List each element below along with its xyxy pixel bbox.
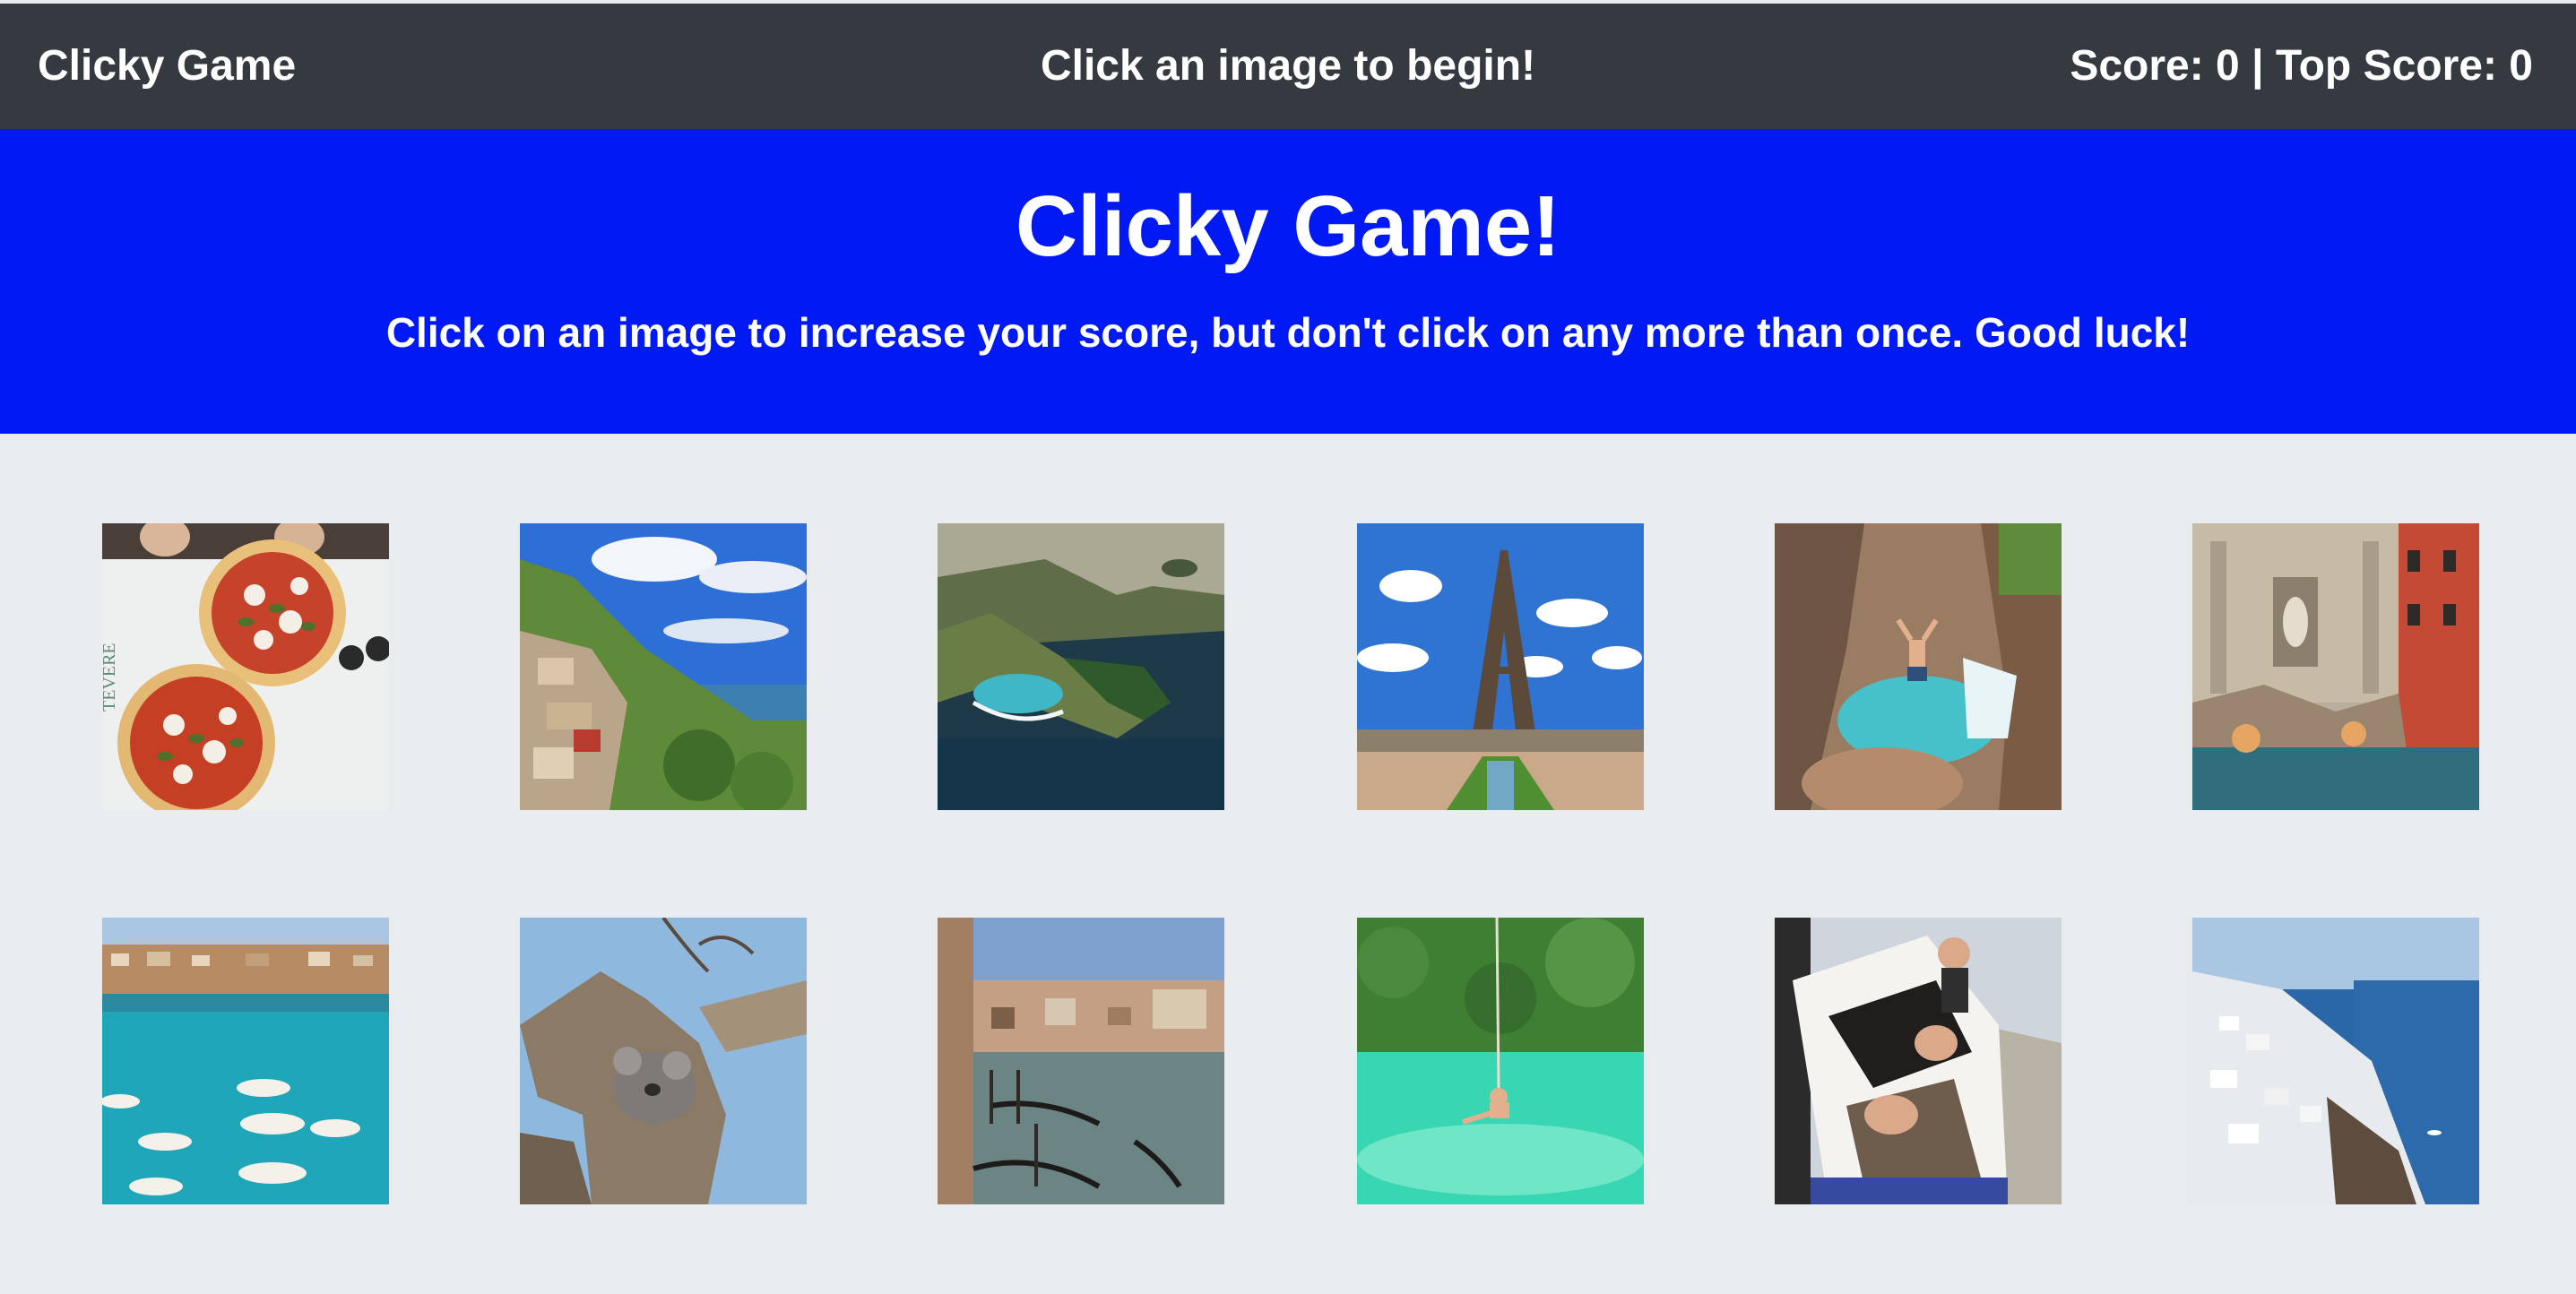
trevi-fountain-image[interactable] <box>2192 523 2479 810</box>
santorini-image[interactable] <box>2192 918 2479 1204</box>
image-grid: TEVERE <box>0 434 2576 1294</box>
brand-link[interactable]: Clicky Game <box>38 45 296 88</box>
pizza-image[interactable]: TEVERE <box>102 523 389 810</box>
page-title: Clicky Game! <box>1015 178 1561 274</box>
rope-swing-image[interactable] <box>1357 918 1644 1204</box>
svg-text:TEVERE: TEVERE <box>102 643 119 712</box>
status-message: Click an image to begin! <box>1040 42 1536 90</box>
coastal-village-image[interactable] <box>520 523 807 810</box>
harbor-boats-image[interactable] <box>102 918 389 1204</box>
eiffel-tower-image[interactable] <box>1357 523 1644 810</box>
navbar: Clicky Game Click an image to begin! Sco… <box>0 4 2576 129</box>
jumbotron: Clicky Game! Click on an image to increa… <box>0 129 2576 434</box>
camper-van-image[interactable] <box>1775 918 2062 1204</box>
score-display: Score: 0 | Top Score: 0 <box>2070 42 2533 90</box>
instructions: Click on an image to increase your score… <box>385 309 2191 356</box>
koala-tree-image[interactable] <box>520 918 807 1204</box>
venice-canal-image[interactable] <box>938 918 1224 1204</box>
island-cliffs-image[interactable] <box>938 523 1224 810</box>
waterfall-jump-image[interactable] <box>1775 523 2062 810</box>
